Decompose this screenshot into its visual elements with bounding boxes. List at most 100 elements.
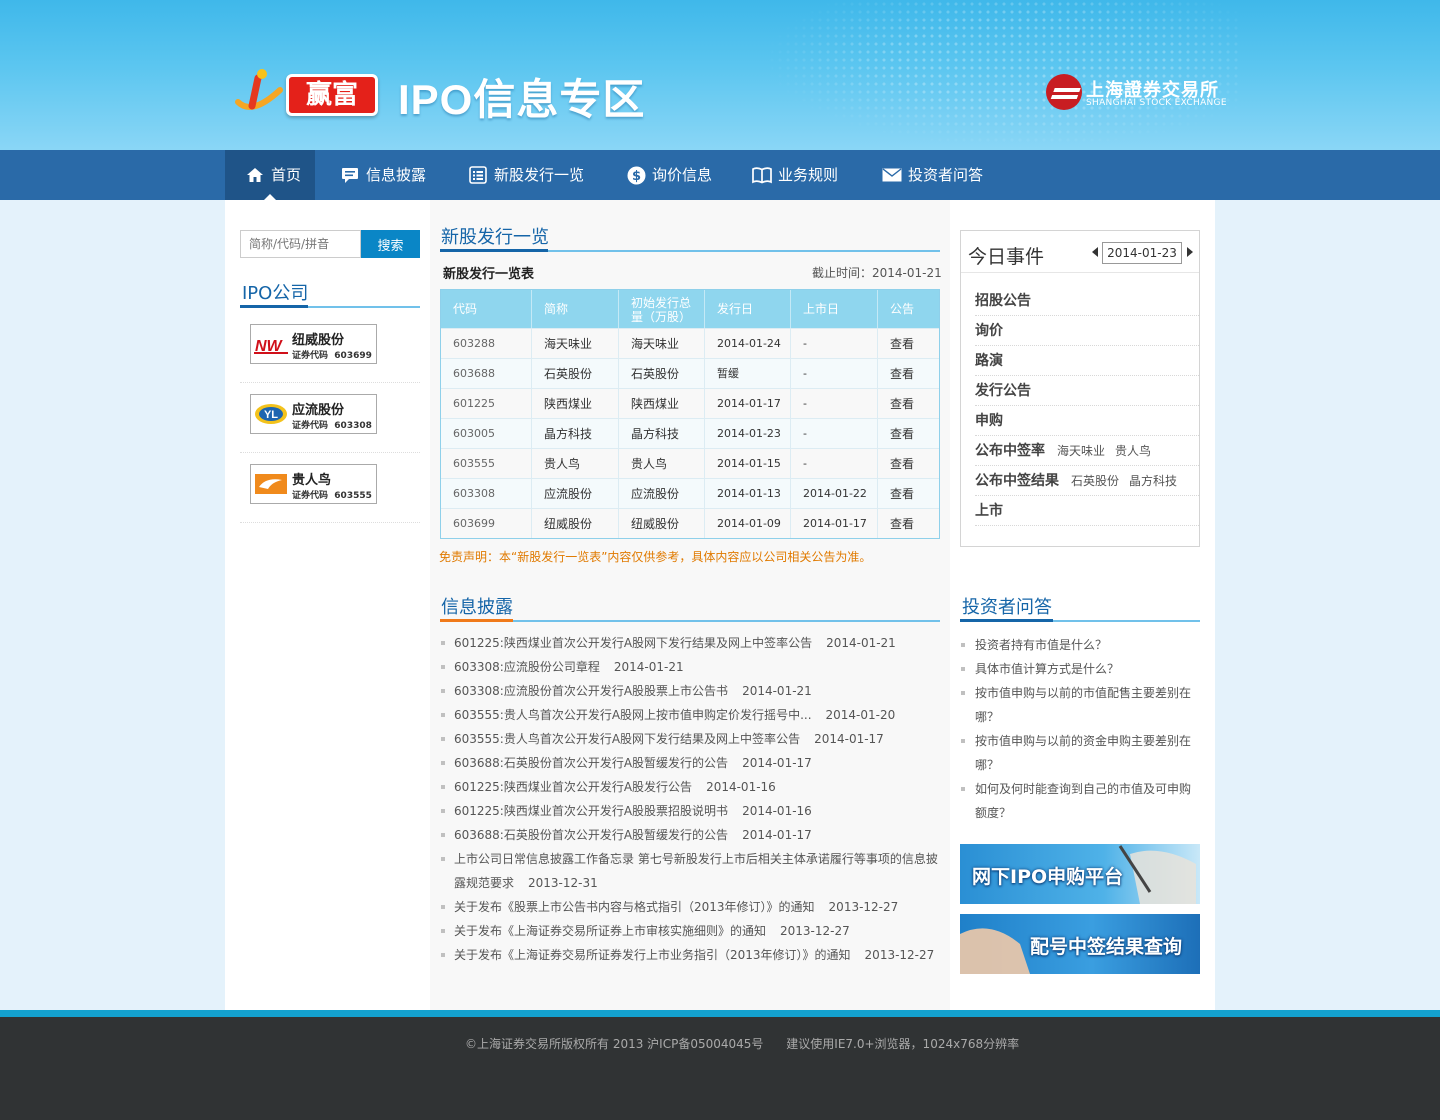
company-name: 应流股份 [292,403,345,418]
event-item[interactable]: 上市 [975,496,1199,526]
faq-title[interactable]: 投资者问答 [962,593,1052,619]
search-input[interactable] [240,230,361,258]
table-cell[interactable]: 纽威股份 [532,509,619,538]
table-cell[interactable]: 陕西煤业 [532,389,619,418]
news-item[interactable]: 关于发布《上海证券交易所证券发行上市业务指引（2013年修订）》的通知 2013-… [440,943,940,967]
event-item[interactable]: 发行公告 [975,376,1199,406]
comment-icon [340,165,360,185]
faq-item[interactable]: 按市值申购与以前的市值配售主要差别在哪？ [960,681,1200,729]
event-tag-link[interactable]: 海天味业 [1057,444,1105,458]
table-cell[interactable]: 晶方科技 [532,419,619,448]
table-cell: - [791,329,878,358]
list-icon [468,165,488,185]
guirenniao-logo-icon [255,474,287,494]
news-item[interactable]: 关于发布《股票上市公告书内容与格式指引（2013年修订）》的通知 2013-12-… [440,895,940,919]
news-item[interactable]: 603555:贵人鸟首次公开发行A股网上按市值申购定价发行摇号中... 2014-… [440,703,940,727]
svg-text:YL: YL [264,409,278,421]
table-cell: - [791,449,878,478]
view-link[interactable]: 查看 [878,509,939,538]
faq-item[interactable]: 投资者持有市值是什么？ [960,633,1200,657]
news-date: 2013-12-31 [528,876,598,890]
nav-inquiry[interactable]: $ 询价信息 [626,150,712,200]
news-item[interactable]: 关于发布《上海证券交易所证券上市审核实施细则》的通知 2013-12-27 [440,919,940,943]
nav-new-issues[interactable]: 新股发行一览 [468,150,584,200]
next-date-icon[interactable] [1187,247,1193,257]
news-item[interactable]: 601225:陕西煤业首次公开发行A股股票招股说明书 2014-01-16 [440,799,940,823]
prev-date-icon[interactable] [1092,247,1098,257]
section-divider-accent [960,619,1053,622]
world-map-decoration [760,0,1240,150]
pen-hand-icon [1118,845,1196,904]
event-tag-link[interactable]: 石英股份 [1071,474,1119,488]
view-link[interactable]: 查看 [878,449,939,478]
table-cell[interactable]: 海天味业 [532,329,619,358]
company-name: 贵人鸟 [292,473,332,488]
disclosure-title[interactable]: 信息披露 [441,593,513,619]
event-item[interactable]: 询价 [975,316,1199,346]
news-item[interactable]: 603308:应流股份首次公开发行A股股票上市公告书 2014-01-21 [440,679,940,703]
today-title: 今日事件 [968,246,1045,268]
table-subtitle: 新股发行一览表 [443,267,535,282]
event-item[interactable]: 路演 [975,346,1199,376]
news-date: 2014-01-17 [814,732,884,746]
table-cell[interactable]: 石英股份 [532,359,619,388]
nav-label: 信息披露 [366,166,427,184]
nav-investor-qa[interactable]: 投资者问答 [882,150,983,200]
nav-label: 投资者问答 [908,166,984,184]
news-item[interactable]: 601225:陕西煤业首次公开发行A股发行公告 2014-01-16 [440,775,940,799]
view-link[interactable]: 查看 [878,329,939,358]
event-item[interactable]: 公布中签率 海天味业 贵人鸟 [975,436,1199,466]
news-item[interactable]: 603688:石英股份首次公开发行A股暂缓发行的公告 2014-01-17 [440,751,940,775]
news-item[interactable]: 603555:贵人鸟首次公开发行A股网下发行结果及网上中签率公告 2014-01-… [440,727,940,751]
new-issues-title[interactable]: 新股发行一览 [441,223,549,249]
news-item[interactable]: 上市公司日常信息披露工作备忘录 第七号新股发行上市后相关主体承诺履行等事项的信息… [440,847,940,895]
date-display[interactable]: 2014-01-23 [1102,242,1182,264]
logo-wordmark[interactable]: 赢富 [286,74,378,116]
nav-rules[interactable]: 业务规则 [752,150,838,200]
table-cell: 603555 [441,449,532,478]
news-item[interactable]: 603688:石英股份首次公开发行A股暂缓发行的公告 2014-01-17 [440,823,940,847]
ipo-platform-banner[interactable]: 网下IPO申购平台 [960,844,1200,904]
company-card-yingliu[interactable]: YL 应流股份 证券代码 603308 [250,394,377,434]
view-link[interactable]: 查看 [878,389,939,418]
divider [961,272,1199,273]
table-row: 603699 纽威股份 纽威股份 2014-01-09 2014-01-17 查看 [441,508,939,538]
faq-item[interactable]: 如何及何时能查询到自己的市值及可申购额度？ [960,777,1200,825]
event-item[interactable]: 公布中签结果 石英股份 晶方科技 [975,466,1199,496]
sse-emblem-icon [1046,74,1082,110]
nav-home[interactable]: 首页 [225,150,315,200]
logo-i-icon [235,69,283,110]
company-code: 证券代码 603555 [292,491,372,501]
col-header: 简称 [532,290,619,328]
lottery-result-banner[interactable]: 配号中签结果查询 [960,914,1200,974]
view-link[interactable]: 查看 [878,359,939,388]
company-card-guirenniao[interactable]: 贵人鸟 证券代码 603555 [250,464,377,504]
news-date: 2014-01-17 [742,828,812,842]
table-cell: 2014-01-09 [705,509,791,538]
table-cell[interactable]: 应流股份 [532,479,619,508]
table-cell[interactable]: 贵人鸟 [532,449,619,478]
event-item[interactable]: 招股公告 [975,286,1199,316]
table-cell: 2014-01-15 [705,449,791,478]
view-link[interactable]: 查看 [878,419,939,448]
company-code: 证券代码 603308 [292,421,372,431]
newway-logo-icon: NW [254,338,288,355]
banner-label: 配号中签结果查询 [1030,936,1183,958]
search-button[interactable]: 搜索 [361,230,420,258]
cutoff-date: 截止时间：2014-01-21 [812,266,942,280]
company-card-newway[interactable]: NW 纽威股份 证券代码 603699 [250,324,377,364]
faq-item[interactable]: 按市值申购与以前的资金申购主要差别在哪？ [960,729,1200,777]
event-tag-link[interactable]: 贵人鸟 [1115,444,1151,458]
event-item[interactable]: 申购 [975,406,1199,436]
table-row: 603308 应流股份 应流股份 2014-01-13 2014-01-22 查看 [441,478,939,508]
view-link[interactable]: 查看 [878,479,939,508]
news-title: 601225:陕西煤业首次公开发行A股发行公告 [454,780,693,794]
event-tag-link[interactable]: 晶方科技 [1129,474,1177,488]
nav-disclosure[interactable]: 信息披露 [340,150,426,200]
faq-item[interactable]: 具体市值计算方式是什么？ [960,657,1200,681]
footer [0,1017,1440,1120]
news-item[interactable]: 601225:陕西煤业首次公开发行A股网下发行结果及网上中签率公告 2014-01… [440,631,940,655]
event-label: 招股公告 [975,293,1031,309]
news-item[interactable]: 603308:应流股份公司章程 2014-01-21 [440,655,940,679]
header [0,0,1440,150]
